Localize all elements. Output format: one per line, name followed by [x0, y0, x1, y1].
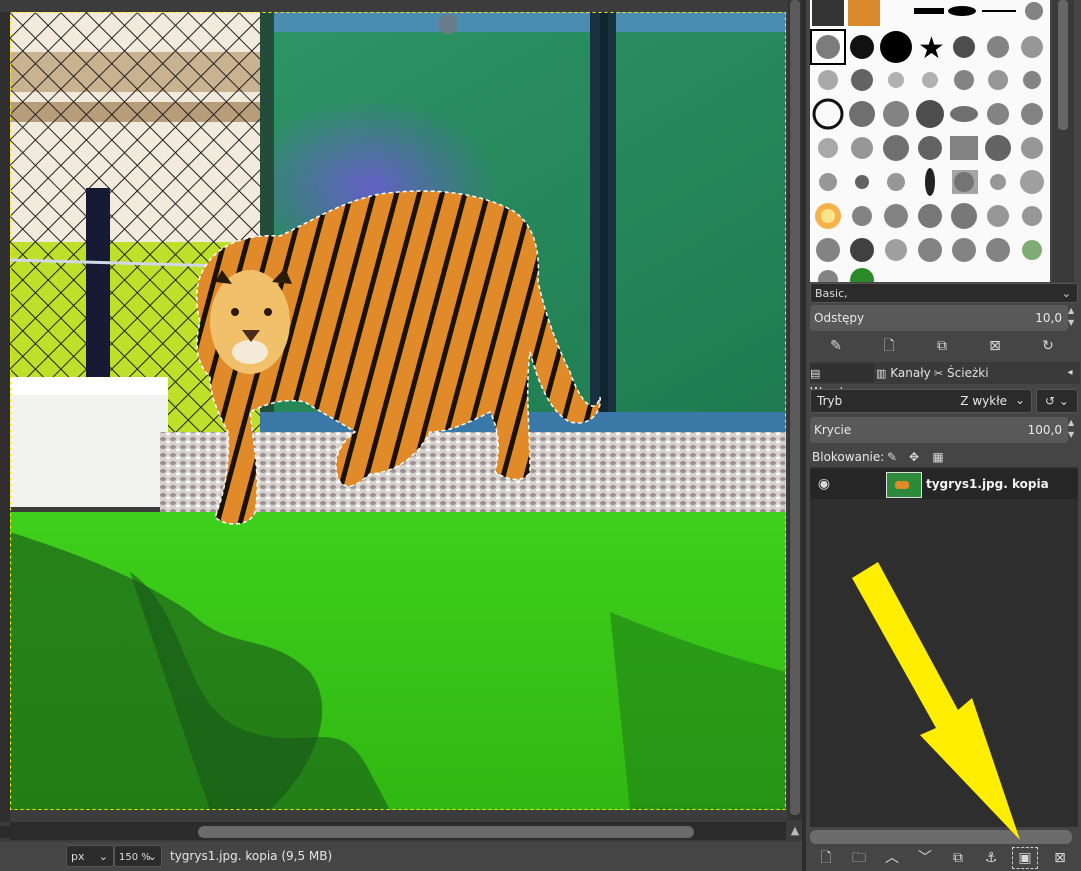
edit-brush-icon[interactable]: ✎	[826, 336, 846, 356]
new-layer-group-icon[interactable]: 🗀	[849, 848, 869, 868]
svg-text:★: ★	[918, 31, 945, 66]
chevron-down-icon: ⌄	[147, 850, 157, 863]
layer-mode-select[interactable]: Tryb Z wykłe ⌄	[810, 389, 1032, 413]
unit-value: px	[71, 850, 85, 863]
new-brush-icon[interactable]: 🗋	[879, 336, 899, 356]
spacing-label: Odstępy	[814, 311, 865, 325]
layer-name[interactable]: tygrys1.jpg. kopia	[926, 477, 1049, 491]
opacity-spinner[interactable]: ▲ ▼	[1068, 417, 1078, 443]
add-layer-mask-icon[interactable]: ▣	[1012, 847, 1038, 869]
brush-preset-select[interactable]: Basic, ⌄	[810, 283, 1078, 303]
channels-icon: ▥	[876, 367, 887, 380]
unit-select[interactable]: px ⌄	[66, 845, 114, 867]
opacity-value: 100,0	[1027, 423, 1062, 437]
spacing-slider[interactable]: Odstępy 10,0	[810, 305, 1068, 331]
dock-separator[interactable]	[802, 0, 806, 871]
dock-menu-icon[interactable]: ◂	[1062, 364, 1078, 382]
quick-mask-toggle[interactable]	[0, 826, 10, 838]
tab-channels-label: Kanały	[890, 366, 931, 380]
composite-mode-select[interactable]: ↺ ⌄	[1036, 389, 1078, 413]
duplicate-brush-icon[interactable]: ⧉	[932, 336, 952, 356]
layer-thumbnail	[886, 472, 922, 498]
image-info: tygrys1.jpg. kopia (9,5 MB)	[170, 849, 333, 863]
spacing-spinner[interactable]: ▲ ▼	[1068, 305, 1078, 331]
visibility-eye-icon[interactable]: ◉	[814, 474, 834, 494]
chevron-down-icon: ⌄	[1014, 393, 1025, 407]
vertical-scroll-thumb[interactable]	[790, 0, 800, 815]
new-layer-icon[interactable]: 🗋	[816, 848, 836, 868]
layers-icon: ▤	[810, 367, 821, 380]
delete-layer-icon[interactable]: ⊠	[1050, 848, 1070, 868]
delete-brush-icon[interactable]: ⊠	[985, 336, 1005, 356]
horizontal-scroll-thumb[interactable]	[198, 826, 694, 838]
lower-layer-icon[interactable]: ﹀	[915, 848, 935, 868]
navigate-icon[interactable]: ▲	[788, 824, 802, 838]
refresh-brushes-icon[interactable]: ↻	[1038, 336, 1058, 356]
mode-value: Z wykłe	[960, 394, 1007, 408]
reset-icon: ↺ ⌄	[1045, 394, 1069, 408]
zoom-value: 150 %	[119, 852, 151, 863]
brush-thumbnails: ★	[810, 0, 1044, 282]
anchor-layer-icon[interactable]: ⚓	[981, 848, 1001, 868]
brush-preset-value: Basic,	[815, 287, 848, 300]
lock-position-icon[interactable]: ✥	[904, 447, 924, 467]
lock-label: Blokowanie:	[812, 450, 885, 464]
opacity-slider[interactable]: Krycie 100,0	[810, 417, 1068, 443]
tab-layers[interactable]: ▤ Warstwy	[810, 364, 874, 399]
annotation-arrow-icon	[852, 562, 1020, 840]
brushes-scroll-thumb[interactable]	[1058, 0, 1068, 130]
left-ruler	[0, 12, 10, 822]
spacing-value: 10,0	[1035, 311, 1062, 325]
chevron-down-icon: ⌄	[1061, 287, 1071, 300]
lock-pixels-icon[interactable]: ✎	[882, 447, 902, 467]
tab-channels[interactable]: ▥ Kanały	[876, 364, 932, 382]
tab-paths[interactable]: ✂ Ścieżki	[934, 364, 994, 382]
zoom-select[interactable]: 150 % ⌄	[114, 845, 162, 867]
tiger-image	[10, 12, 786, 810]
chevron-down-icon: ⌄	[98, 850, 108, 863]
paths-icon: ✂	[934, 367, 944, 380]
tab-paths-label: Ścieżki	[947, 366, 989, 380]
duplicate-layer-icon[interactable]: ⧉	[948, 848, 968, 868]
opacity-label: Krycie	[814, 423, 852, 437]
mode-label: Tryb	[817, 394, 843, 408]
brushes-grid[interactable]: ★	[810, 0, 1050, 282]
image-canvas[interactable]	[10, 12, 786, 810]
lock-alpha-icon[interactable]: ▦	[928, 447, 948, 467]
raise-layer-icon[interactable]: ︿	[882, 848, 902, 868]
